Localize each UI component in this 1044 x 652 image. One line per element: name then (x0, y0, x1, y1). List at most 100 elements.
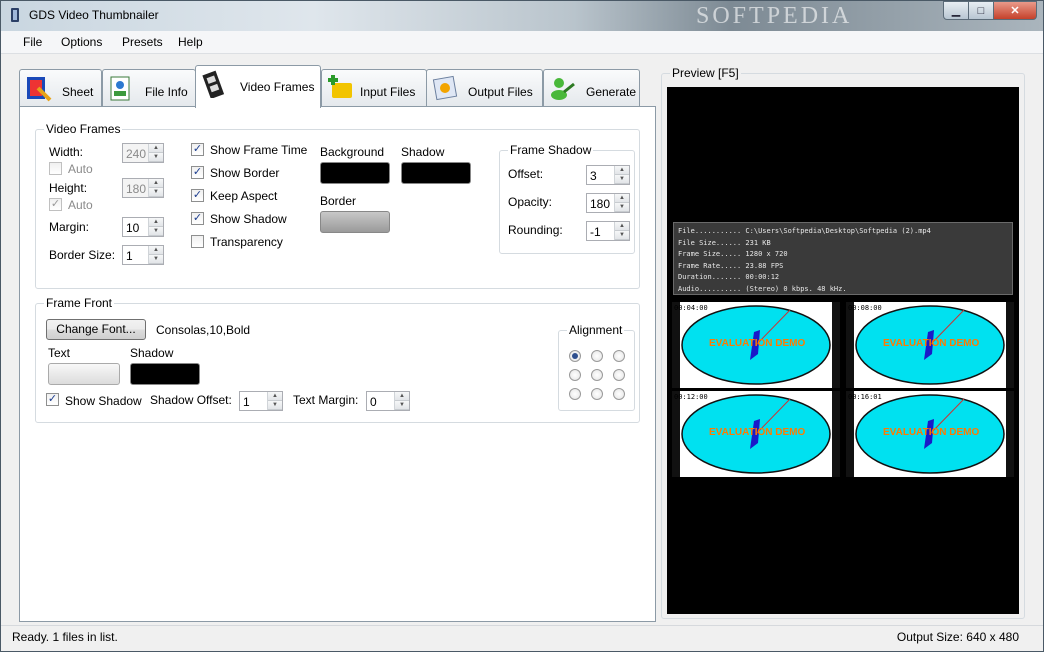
title-watermark: SOFTPEDIA (696, 3, 853, 29)
align-bottom-left-radio[interactable] (569, 388, 581, 400)
align-middle-center-radio[interactable] (591, 369, 603, 381)
alignment-group: Alignment (558, 323, 635, 411)
window-title: GDS Video Thumbnailer (29, 8, 159, 22)
front-show-shadow-label: Show Shadow (65, 394, 142, 408)
text-margin-stepper[interactable]: 0 ▲ ▼ (366, 391, 410, 411)
status-bar: Ready. 1 files in list. Output Size: 640… (1, 625, 1043, 651)
status-text: Ready. 1 files in list. (12, 630, 118, 644)
align-middle-left-radio[interactable] (569, 369, 581, 381)
align-top-right-radio[interactable] (613, 350, 625, 362)
tab-sheet[interactable]: Sheet (19, 69, 102, 107)
app-icon (11, 8, 19, 22)
video-frames-group-label: Video Frames (44, 122, 123, 136)
front-show-shadow-checkbox[interactable]: ✓ (46, 393, 59, 406)
thumbnail-time: 00:04:00 (674, 304, 708, 312)
tab-video-frames-label: Video Frames (240, 80, 315, 94)
offset-stepper[interactable]: 3 ▲ ▼ (586, 165, 630, 185)
show-frame-time-label: Show Frame Time (210, 143, 308, 157)
preview-label: Preview [F5] (670, 66, 741, 80)
border-color-label: Border (320, 194, 357, 208)
picture-icon (432, 75, 458, 101)
video-frames-group: Video Frames Width: 240 ▲ ▼ Auto Height: … (35, 122, 640, 289)
transparency-checkbox[interactable] (191, 235, 204, 248)
tab-output-files-label: Output Files (468, 85, 533, 99)
thumbnail-time: 00:08:00 (848, 304, 882, 312)
thumbnail-watermark: EVALUATION DEMO (883, 338, 980, 349)
thumbnail-time: 00:12:00 (674, 393, 708, 401)
minimize-button[interactable]: ▁ (943, 1, 969, 20)
sheet-icon (27, 77, 52, 102)
frame-front-group: Frame Front Change Font... Consolas,10,B… (35, 296, 640, 423)
thumbnail-watermark: EVALUATION DEMO (709, 338, 806, 349)
width-stepper[interactable]: 240 ▲ ▼ (122, 143, 164, 163)
maximize-button[interactable]: □ (968, 1, 994, 20)
output-size-text: Output Size: 640 x 480 (896, 630, 1019, 644)
border-size-label: Border Size: (49, 248, 116, 262)
thumbnail-watermark: EVALUATION DEMO (709, 427, 806, 438)
film-icon (202, 70, 225, 98)
width-auto-checkbox[interactable] (49, 162, 62, 175)
align-top-left-radio[interactable] (569, 350, 581, 362)
background-color-swatch[interactable] (320, 162, 390, 184)
video-frames-panel: Video Frames Width: 240 ▲ ▼ Auto Height: … (19, 106, 656, 622)
height-stepper[interactable]: 180 ▲ ▼ (122, 178, 164, 198)
font-value: Consolas,10,Bold (156, 323, 251, 337)
tab-video-frames[interactable]: Video Frames (195, 65, 321, 108)
shadow-color-swatch[interactable] (401, 162, 471, 184)
text-shadow-color-swatch[interactable] (130, 363, 200, 385)
tab-input-files[interactable]: Input Files (321, 69, 427, 107)
rounding-stepper[interactable]: -1 ▲ ▼ (586, 221, 630, 241)
border-color-swatch[interactable] (320, 211, 390, 233)
show-frame-time-checkbox[interactable]: ✓ (191, 143, 204, 156)
align-top-center-radio[interactable] (591, 350, 603, 362)
info-line-file: File........... C:\Users\Softpedia\Deskt… (678, 227, 931, 235)
frame-shadow-group: Frame Shadow Offset: 3 ▲ ▼ Opacity: 180 ▲… (499, 143, 635, 254)
close-button[interactable]: ✕ (993, 1, 1037, 20)
app-window: GDS Video Thumbnailer SOFTPEDIA ▁ □ ✕ Fi… (0, 0, 1044, 652)
info-line-frame-size: Frame Size..... 1280 x 720 (678, 250, 788, 258)
margin-stepper[interactable]: 10 ▲ ▼ (122, 217, 164, 237)
tab-sheet-label: Sheet (62, 85, 94, 99)
info-line-duration: Duration....... 00:00:12 (678, 273, 780, 281)
menu-bar: File Options Presets Help (1, 31, 1043, 54)
alignment-group-label: Alignment (567, 323, 625, 337)
tab-output-files[interactable]: Output Files (426, 69, 543, 107)
height-auto-checkbox[interactable]: ✓ (49, 198, 62, 211)
border-size-stepper[interactable]: 1 ▲ ▼ (122, 245, 164, 265)
tab-input-files-label: Input Files (360, 85, 416, 99)
margin-label: Margin: (49, 220, 90, 234)
menu-file[interactable]: File (23, 35, 42, 49)
title-bar[interactable]: GDS Video Thumbnailer SOFTPEDIA ▁ □ ✕ (1, 1, 1043, 31)
tab-file-info-label: File Info (145, 85, 188, 99)
text-color-label: Text (48, 346, 71, 360)
tab-file-info[interactable]: File Info (102, 69, 196, 107)
preview-thumbnail: 00:16:01 EVALUATION DEMO (846, 391, 1014, 477)
height-label: Height: (49, 181, 88, 195)
change-font-button[interactable]: Change Font... (46, 319, 146, 340)
text-color-swatch[interactable] (48, 363, 120, 385)
shadow-offset-stepper[interactable]: 1 ▲ ▼ (239, 391, 283, 411)
frame-front-group-label: Frame Front (44, 296, 115, 310)
generate-icon (551, 78, 575, 100)
align-middle-right-radio[interactable] (613, 369, 625, 381)
offset-label: Offset: (508, 167, 544, 181)
keep-aspect-checkbox[interactable]: ✓ (191, 189, 204, 202)
preview-thumbnail: 00:12:00 EVALUATION DEMO (672, 391, 840, 477)
preview-thumbnail: 00:08:00 EVALUATION DEMO (846, 302, 1014, 388)
tab-generate[interactable]: Generate (543, 69, 640, 107)
show-shadow-checkbox[interactable]: ✓ (191, 212, 204, 225)
menu-options[interactable]: Options (61, 35, 102, 49)
thumbnail-time: 00:16:01 (848, 393, 882, 401)
show-border-checkbox[interactable]: ✓ (191, 166, 204, 179)
frame-shadow-group-label: Frame Shadow (508, 143, 594, 157)
thumbnail-watermark: EVALUATION DEMO (883, 427, 980, 438)
menu-help[interactable]: Help (178, 35, 203, 49)
align-bottom-center-radio[interactable] (591, 388, 603, 400)
add-folder-icon (328, 75, 352, 98)
align-bottom-right-radio[interactable] (613, 388, 625, 400)
opacity-stepper[interactable]: 180 ▲ ▼ (586, 193, 630, 213)
file-info-header: File........... C:\Users\Softpedia\Deskt… (673, 222, 1013, 295)
rounding-label: Rounding: (508, 223, 563, 237)
width-label: Width: (49, 145, 84, 159)
menu-presets[interactable]: Presets (122, 35, 163, 49)
